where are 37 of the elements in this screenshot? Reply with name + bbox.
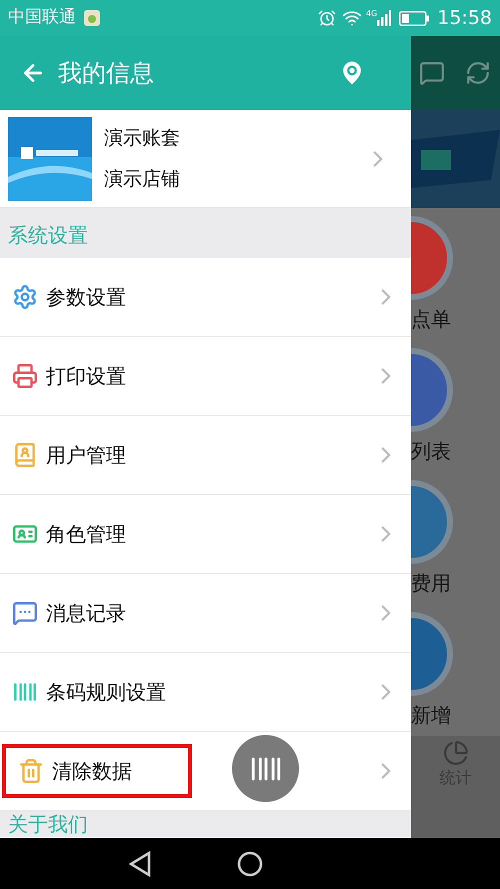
tile-label: 列表 <box>411 438 451 465</box>
page-title: 我的信息 <box>58 58 154 89</box>
tile-label: 新增 <box>411 702 451 729</box>
menu-item-label: 条码规则设置 <box>46 679 166 706</box>
tile-label: 费用 <box>411 570 451 597</box>
menu-item-label: 消息记录 <box>46 600 126 627</box>
profile-row[interactable]: 演示账套 演示店铺 <box>0 110 411 208</box>
home-circle-icon[interactable] <box>237 850 263 876</box>
store-name: 演示店铺 <box>104 166 181 192</box>
chat-icon <box>419 60 445 86</box>
battery-icon <box>399 10 430 26</box>
menu-item-label: 参数设置 <box>46 284 126 311</box>
pie-chart-icon <box>442 740 468 766</box>
section-title: 关于我们 <box>8 811 88 838</box>
contact-book-icon <box>12 442 38 468</box>
chat-icon <box>12 600 38 626</box>
trash-icon <box>18 758 44 784</box>
tile-label: 点单 <box>411 306 451 333</box>
back-triangle-icon[interactable] <box>129 850 151 876</box>
section-title: 系统设置 <box>8 222 88 249</box>
menu-item[interactable]: 用户管理 <box>0 416 411 495</box>
menu-item[interactable]: 角色管理 <box>0 495 411 574</box>
menu-item-label: 打印设置 <box>46 363 126 390</box>
network-text: 4G <box>366 8 378 20</box>
signal-icon <box>377 10 392 26</box>
account-name: 演示账套 <box>104 126 181 151</box>
menu-item-label: 清除数据 <box>52 758 132 785</box>
alarm-icon <box>318 9 336 27</box>
menu-item[interactable]: 打印设置 <box>0 337 411 416</box>
menu-item-label: 角色管理 <box>46 521 126 548</box>
menu-item-label: 用户管理 <box>46 442 126 469</box>
refresh-icon <box>465 60 491 86</box>
clock-text: 15:58 <box>437 6 492 31</box>
printer-icon <box>12 363 38 389</box>
gear-icon <box>12 284 38 310</box>
carrier-text: 中国联通 <box>8 6 76 30</box>
app-icon <box>84 10 100 26</box>
